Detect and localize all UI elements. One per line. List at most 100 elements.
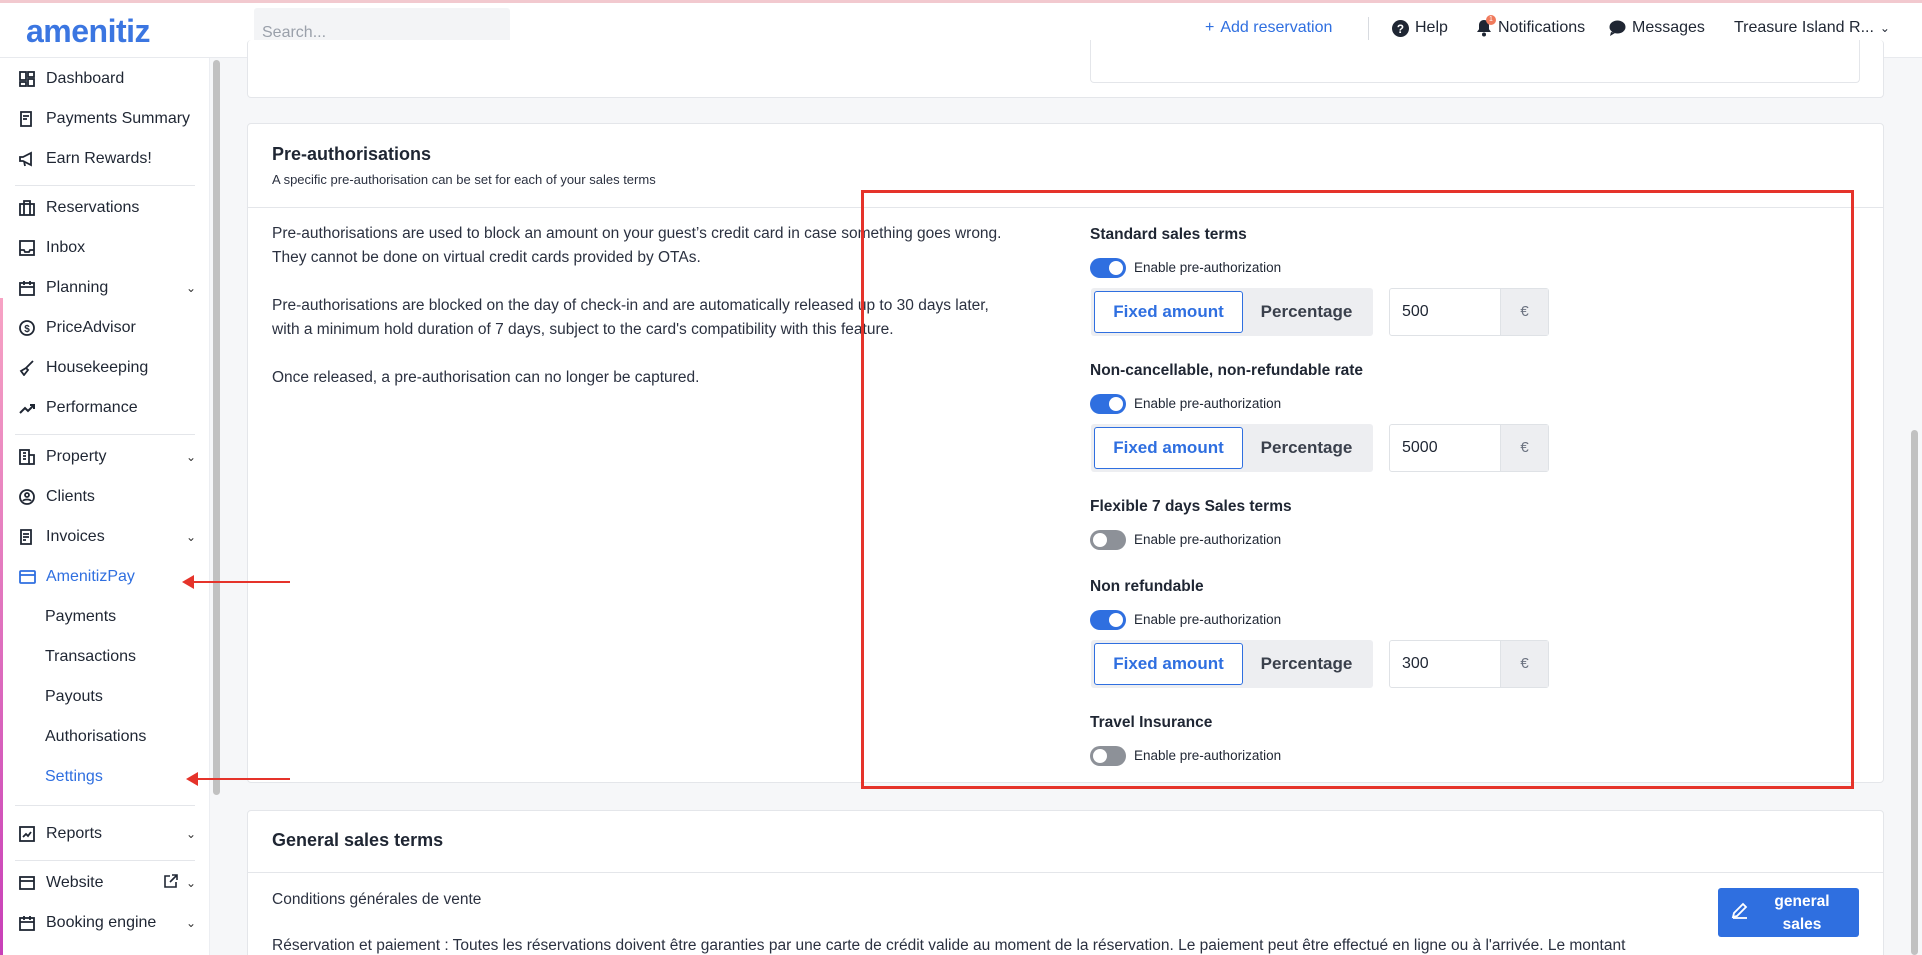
sidebar <box>0 58 210 955</box>
sidebar-item-label: Clients <box>46 488 95 505</box>
messages-button[interactable]: Messages <box>1609 19 1705 37</box>
chevron-down-icon: ⌄ <box>185 916 196 930</box>
add-reservation-label: Add reservation <box>1220 19 1333 36</box>
external-link-icon <box>164 873 178 893</box>
sidebar-item-label: Dashboard <box>46 70 125 87</box>
sidebar-item-label: Invoices <box>46 528 105 545</box>
question-icon: ? <box>1392 19 1409 37</box>
sidebar-item-label: AmenitizPay <box>46 568 135 585</box>
sidebar-item-label: Payments Summary <box>46 110 191 127</box>
sidebar-item-property[interactable]: Property ⌄ <box>18 448 196 466</box>
sidebar-item-reports[interactable]: Reports ⌄ <box>18 825 196 843</box>
section-divider <box>248 872 1883 873</box>
trend-icon <box>18 399 36 417</box>
building-icon <box>18 448 36 466</box>
invoice-icon <box>18 528 36 546</box>
sidebar-item-label: Earn Rewards! <box>46 150 152 167</box>
sidebar-subitem-settings[interactable]: Settings <box>45 768 103 786</box>
megaphone-icon <box>18 150 36 168</box>
dashboard-icon <box>18 70 36 88</box>
sidebar-scrollbar-thumb[interactable] <box>213 60 220 795</box>
chevron-down-icon: ⌄ <box>185 450 196 464</box>
calendar-icon <box>18 279 36 297</box>
sidebar-item-earn-rewards[interactable]: Earn Rewards! <box>18 150 196 168</box>
pencil-icon <box>1718 901 1762 924</box>
sidebar-item-payments-summary[interactable]: Payments Summary <box>18 110 196 128</box>
sidebar-item-label: Reports <box>46 825 103 842</box>
section-subtitle: A specific pre-authorisation can be set … <box>272 172 656 187</box>
bell-icon: 1 <box>1476 15 1496 37</box>
chevron-down-icon: ⌄ <box>185 827 196 841</box>
sidebar-item-label: Booking engine <box>46 914 157 931</box>
general-terms-heading: Conditions générales de vente <box>272 891 482 908</box>
edit-general-sales-button[interactable]: general sales <box>1718 888 1859 937</box>
svg-text:?: ? <box>1397 22 1404 35</box>
sidebar-item-amenitizpay[interactable]: AmenitizPay <box>18 568 196 586</box>
section-title: Pre-authorisations <box>272 144 432 164</box>
logo[interactable]: amenitiz <box>26 13 151 50</box>
annotation-arrow-amenitizpay <box>182 575 290 589</box>
sidebar-subitem-payments[interactable]: Payments <box>45 608 116 626</box>
sidebar-item-inbox[interactable]: Inbox <box>18 239 196 257</box>
sidebar-divider <box>15 434 195 435</box>
sidebar-item-booking-engine[interactable]: Booking engine ⌄ <box>18 914 196 932</box>
inbox-icon <box>18 239 36 257</box>
help-button[interactable]: ? Help <box>1392 19 1448 37</box>
help-label: Help <box>1415 19 1448 36</box>
property-name: Treasure Island R... <box>1734 19 1874 36</box>
edit-button-label: general sales <box>1774 892 1830 933</box>
sidebar-item-label: Property <box>46 448 107 465</box>
notifications-label: Notifications <box>1498 19 1586 36</box>
card-icon <box>18 568 36 586</box>
sidebar-item-label: Housekeeping <box>46 359 149 376</box>
sidebar-item-label: Website <box>46 874 104 891</box>
previous-section-box <box>1090 40 1860 83</box>
chevron-down-icon: ⌄ <box>1879 21 1890 35</box>
highlight-annotation-box <box>861 190 1854 789</box>
sidebar-subitem-transactions[interactable]: Transactions <box>45 648 136 666</box>
svg-text:$: $ <box>24 324 30 335</box>
general-sales-terms-card <box>247 810 1884 955</box>
sidebar-divider <box>15 185 195 186</box>
plus-icon: + <box>1205 19 1215 36</box>
sidebar-item-label: Reservations <box>46 199 140 216</box>
sidebar-item-label: Inbox <box>46 239 86 256</box>
sidebar-item-housekeeping[interactable]: Housekeeping <box>18 359 196 377</box>
website-icon <box>18 874 36 892</box>
sidebar-item-website[interactable]: Website ⌄ <box>18 873 196 893</box>
sidebar-divider <box>15 805 195 806</box>
property-selector[interactable]: Treasure Island R... ⌄ <box>1734 19 1890 37</box>
dollar-icon: $ <box>18 319 36 337</box>
general-terms-text: Réservation et paiement : Toutes les rés… <box>272 937 1626 954</box>
payments-summary-icon <box>18 110 36 128</box>
page-scrollbar-thumb[interactable] <box>1911 430 1918 955</box>
chevron-down-icon: ⌄ <box>185 876 196 890</box>
sidebar-subitem-authorisations[interactable]: Authorisations <box>45 728 146 746</box>
sidebar-subitem-payouts[interactable]: Payouts <box>45 688 103 706</box>
clients-icon <box>18 488 36 506</box>
sidebar-item-clients[interactable]: Clients <box>18 488 196 506</box>
sidebar-item-invoices[interactable]: Invoices ⌄ <box>18 528 196 546</box>
booking-icon <box>18 914 36 932</box>
sidebar-item-performance[interactable]: Performance <box>18 399 196 417</box>
section-title: General sales terms <box>272 830 444 850</box>
sidebar-divider <box>15 860 195 861</box>
notifications-button[interactable]: 1 Notifications <box>1476 15 1586 37</box>
suitcase-icon <box>18 199 36 217</box>
sidebar-item-dashboard[interactable]: Dashboard <box>18 70 196 88</box>
sidebar-accent-bar <box>0 298 3 955</box>
broom-icon <box>18 359 36 377</box>
chevron-down-icon: ⌄ <box>185 530 196 544</box>
sidebar-item-planning[interactable]: Planning ⌄ <box>18 279 196 297</box>
sidebar-item-label: PriceAdvisor <box>46 319 136 336</box>
sidebar-item-label: Planning <box>46 279 109 296</box>
sidebar-item-priceadvisor[interactable]: $ PriceAdvisor <box>18 319 196 337</box>
chevron-down-icon: ⌄ <box>185 281 196 295</box>
messages-label: Messages <box>1632 19 1705 36</box>
add-reservation-button[interactable]: + Add reservation <box>1205 19 1332 37</box>
sidebar-item-reservations[interactable]: Reservations <box>18 199 196 217</box>
notification-badge: 1 <box>1486 15 1496 25</box>
annotation-arrow-settings <box>186 772 290 786</box>
chat-bubble-icon <box>1609 20 1626 36</box>
sidebar-item-label: Performance <box>46 399 138 416</box>
